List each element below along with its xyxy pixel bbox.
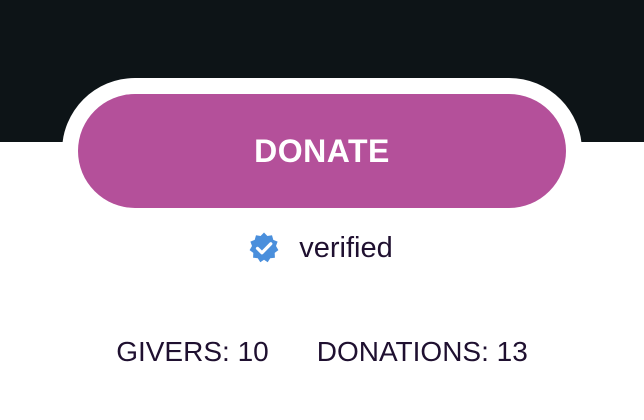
donations-label: DONATIONS:	[316, 336, 489, 367]
verified-label: verified	[299, 231, 393, 264]
givers-value: 10	[237, 336, 269, 367]
givers-label: GIVERS:	[116, 336, 230, 367]
donation-panel: DONATE verified GIVERS: 10 DONATIONS: 13	[0, 0, 644, 420]
donations-value: 13	[496, 336, 528, 367]
donations-stat: DONATIONS: 13	[317, 336, 528, 368]
donation-stats: GIVERS: 10 DONATIONS: 13	[0, 330, 644, 374]
donate-button[interactable]: DONATE	[78, 94, 566, 208]
verified-status: verified	[0, 228, 644, 268]
verified-badge-icon	[247, 231, 281, 265]
givers-stat: GIVERS: 10	[116, 336, 269, 368]
